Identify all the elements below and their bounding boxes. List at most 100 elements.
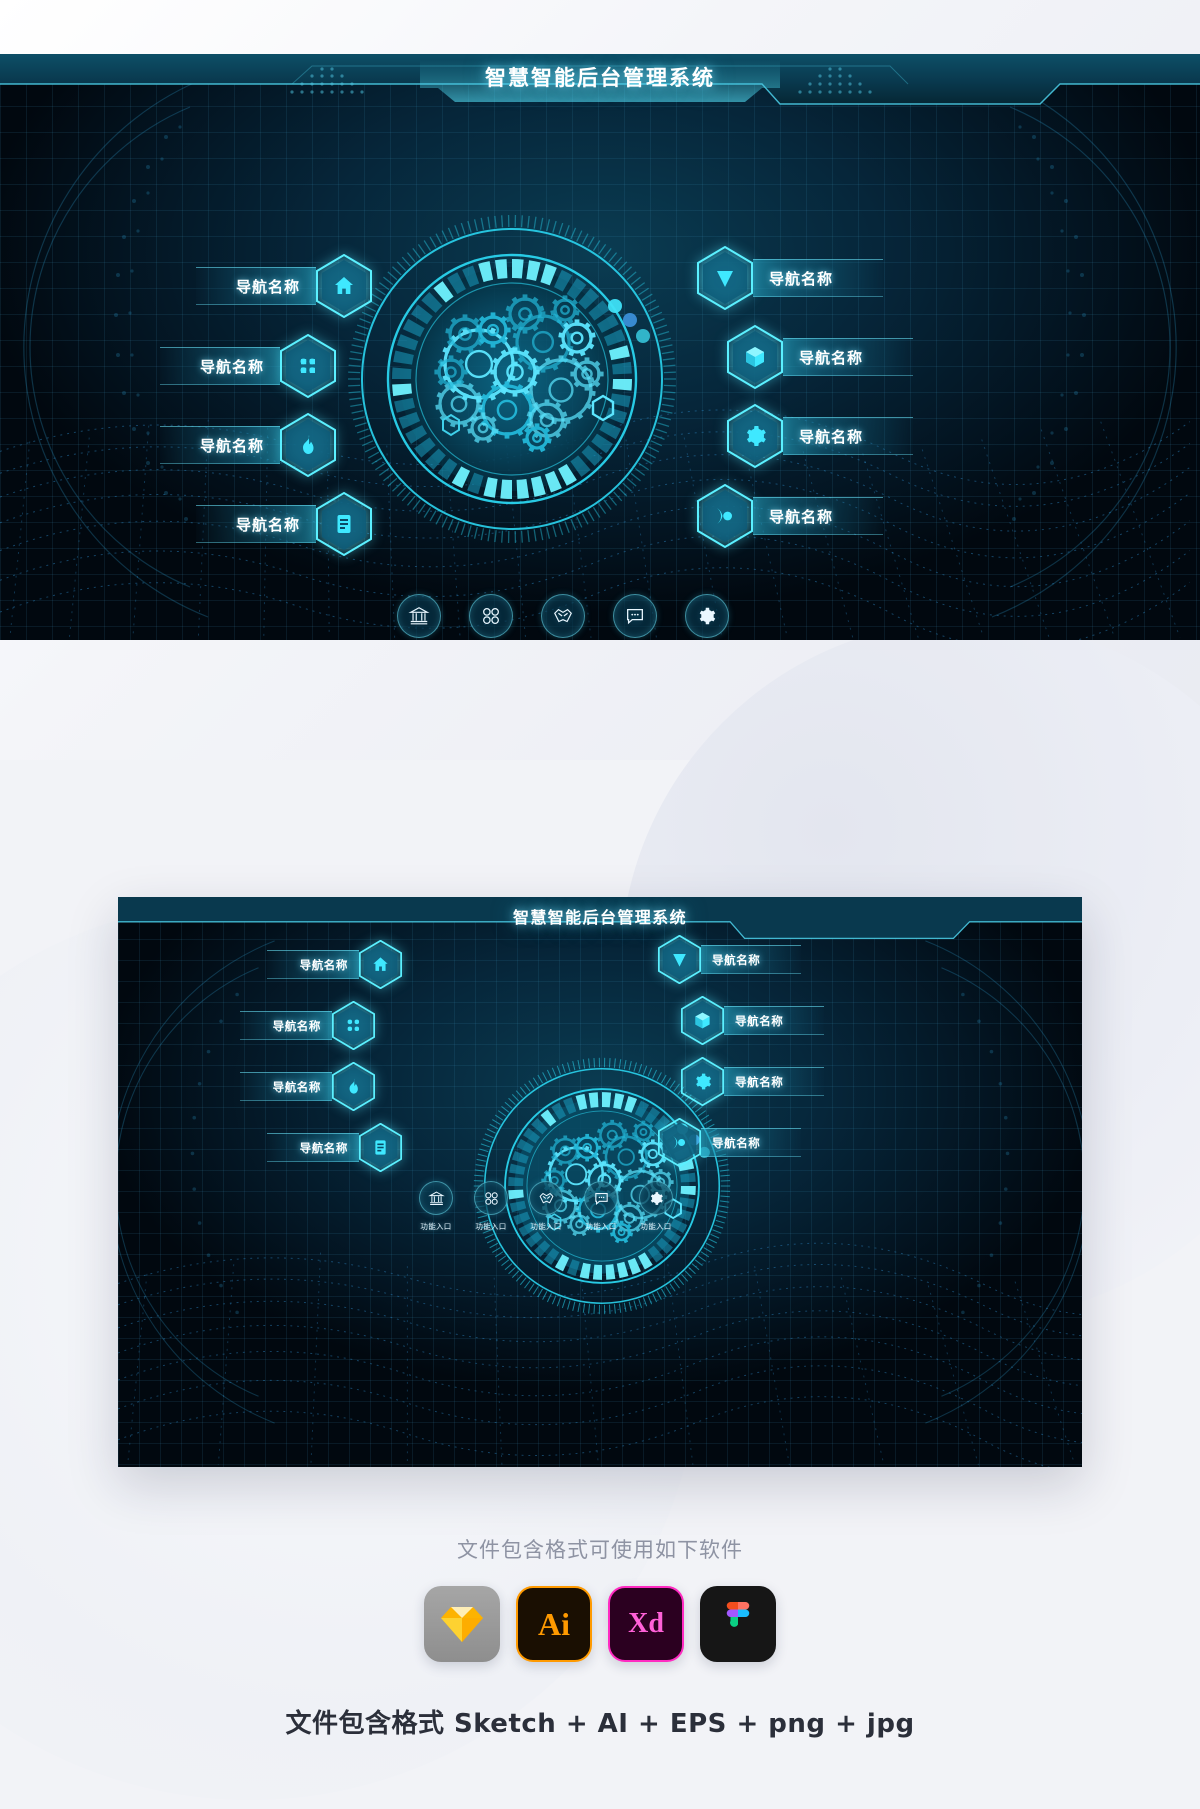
clover-grid-icon[interactable] (280, 333, 336, 399)
sidebar-item-right-3[interactable]: 导航名称 (727, 403, 913, 469)
function-entry-1[interactable]: 功能入口 (416, 1181, 456, 1232)
document-icon[interactable] (358, 1122, 403, 1173)
sidebar-item-right-2[interactable]: 导航名称 (680, 995, 824, 1046)
nav-label: 导航名称 (799, 427, 864, 446)
right-arc-decoration (991, 76, 1177, 618)
handshake-icon[interactable] (541, 594, 585, 638)
poster-page: 智慧智能后台管理系统 导航名称 导航名称 导航名称 导航名称 导航名称 导航名称… (0, 0, 1200, 1809)
function-entry-3[interactable]: 功能入口 (526, 1181, 566, 1232)
clover-grid-icon[interactable] (469, 594, 513, 638)
nav-plate[interactable]: 导航名称 (783, 338, 913, 376)
sidebar-item-left-3[interactable]: 导航名称 (160, 412, 336, 478)
sidebar-item-right-4[interactable]: 导航名称 (657, 1117, 801, 1168)
handshake-icon[interactable] (529, 1181, 563, 1215)
function-entry-5[interactable]: 功能入口 (681, 594, 733, 640)
nav-label: 导航名称 (199, 357, 264, 376)
sidebar-item-left-2[interactable]: 导航名称 (240, 1000, 376, 1051)
sidebar-item-right-4[interactable]: 导航名称 (697, 483, 883, 549)
sidebar-item-left-1[interactable]: 导航名称 (196, 253, 372, 319)
nav-plate[interactable]: 导航名称 (724, 1067, 824, 1096)
cube-icon[interactable] (727, 324, 783, 390)
function-entry-4[interactable]: 功能入口 (581, 1181, 621, 1232)
clover-grid-icon[interactable] (474, 1181, 508, 1215)
gear-icon[interactable] (685, 594, 729, 638)
chat-bubble-icon[interactable] (613, 594, 657, 638)
function-entry-label: 功能入口 (640, 1222, 672, 1231)
nav-label: 导航名称 (769, 507, 834, 526)
nav-plate[interactable]: 导航名称 (160, 426, 280, 464)
flame-icon[interactable] (280, 412, 336, 478)
software-title: 文件包含格式可使用如下软件 (457, 1538, 743, 1562)
central-hud (347, 214, 677, 544)
xd-logo: Xd (608, 1586, 684, 1662)
nav-plate[interactable]: 导航名称 (196, 267, 316, 305)
nav-label: 导航名称 (712, 952, 761, 967)
nav-plate[interactable]: 导航名称 (240, 1072, 332, 1101)
gear-icon[interactable] (639, 1181, 673, 1215)
nav-label: 导航名称 (299, 1140, 348, 1155)
nav-plate[interactable]: 导航名称 (701, 1128, 801, 1157)
nav-plate[interactable]: 导航名称 (753, 497, 883, 535)
play-circle-icon[interactable] (657, 1117, 702, 1168)
figma-logo (700, 1586, 776, 1662)
right-arc-decoration (925, 940, 1082, 1424)
bank-icon[interactable] (397, 594, 441, 638)
function-entry-2[interactable]: 功能入口 (471, 1181, 511, 1232)
nav-label: 导航名称 (235, 277, 300, 296)
gear-icon[interactable] (680, 1056, 725, 1107)
sidebar-item-right-2[interactable]: 导航名称 (727, 324, 913, 390)
sidebar-item-left-4[interactable]: 导航名称 (267, 1122, 403, 1173)
function-entry-row: 功能入口 功能入口 功能入口 功能入口 (393, 594, 733, 640)
app-header: 智慧智能后台管理系统 (118, 897, 1082, 940)
nav-label: 导航名称 (235, 515, 300, 534)
function-entry-3[interactable]: 功能入口 (537, 594, 589, 640)
home-icon[interactable] (358, 939, 403, 990)
nav-label: 导航名称 (735, 1074, 784, 1089)
nav-plate[interactable]: 导航名称 (724, 1006, 824, 1035)
function-entry-label: 功能入口 (475, 1222, 507, 1231)
nav-plate[interactable]: 导航名称 (783, 417, 913, 455)
function-entry-label: 功能入口 (530, 1222, 562, 1231)
sidebar-item-left-4[interactable]: 导航名称 (196, 491, 372, 557)
app-header: 智慧智能后台管理系统 (0, 54, 1200, 106)
function-entry-1[interactable]: 功能入口 (393, 594, 445, 640)
nav-label: 导航名称 (712, 1135, 761, 1150)
nav-plate[interactable]: 导航名称 (267, 950, 359, 979)
nav-label: 导航名称 (769, 269, 834, 288)
triangle-down-icon[interactable] (697, 245, 753, 311)
nav-label: 导航名称 (299, 957, 348, 972)
formats-line: 文件包含格式 Sketch + AI + EPS + png + jpg (285, 1709, 915, 1739)
clover-grid-icon[interactable] (331, 1000, 376, 1051)
sidebar-item-right-1[interactable]: 导航名称 (697, 245, 883, 311)
play-circle-icon[interactable] (697, 483, 753, 549)
sidebar-item-left-2[interactable]: 导航名称 (160, 333, 336, 399)
document-icon[interactable] (316, 491, 372, 557)
function-entry-5[interactable]: 功能入口 (636, 1181, 676, 1232)
sidebar-item-left-3[interactable]: 导航名称 (240, 1061, 376, 1112)
nav-label: 导航名称 (272, 1079, 321, 1094)
sketch-diamond-icon (441, 1607, 483, 1642)
page-title: 智慧智能后台管理系统 (485, 66, 715, 90)
chat-bubble-icon[interactable] (584, 1181, 618, 1215)
nav-plate[interactable]: 导航名称 (160, 347, 280, 385)
sidebar-item-left-1[interactable]: 导航名称 (267, 939, 403, 990)
function-entry-4[interactable]: 功能入口 (609, 594, 661, 640)
nav-plate[interactable]: 导航名称 (267, 1133, 359, 1162)
bank-icon[interactable] (419, 1181, 453, 1215)
mockup-dashboard: 智慧智能后台管理系统 导航名称 导航名称 导航名称 导航名称 导航名称 导航名称… (118, 897, 1082, 1467)
nav-plate[interactable]: 导航名称 (753, 259, 883, 297)
gear-icon[interactable] (727, 403, 783, 469)
figma-shape-icon (726, 1602, 750, 1627)
sketch-logo (424, 1586, 500, 1662)
function-entry-label: 功能入口 (585, 1222, 617, 1231)
cube-icon[interactable] (680, 995, 725, 1046)
nav-plate[interactable]: 导航名称 (701, 945, 801, 974)
flame-icon[interactable] (331, 1061, 376, 1112)
xd-logo-label: Xd (628, 1608, 664, 1639)
sidebar-item-right-3[interactable]: 导航名称 (680, 1056, 824, 1107)
home-icon[interactable] (316, 253, 372, 319)
function-entry-2[interactable]: 功能入口 (465, 594, 517, 640)
nav-plate[interactable]: 导航名称 (196, 505, 316, 543)
illustrator-logo: Ai (516, 1586, 592, 1662)
nav-plate[interactable]: 导航名称 (240, 1011, 332, 1040)
